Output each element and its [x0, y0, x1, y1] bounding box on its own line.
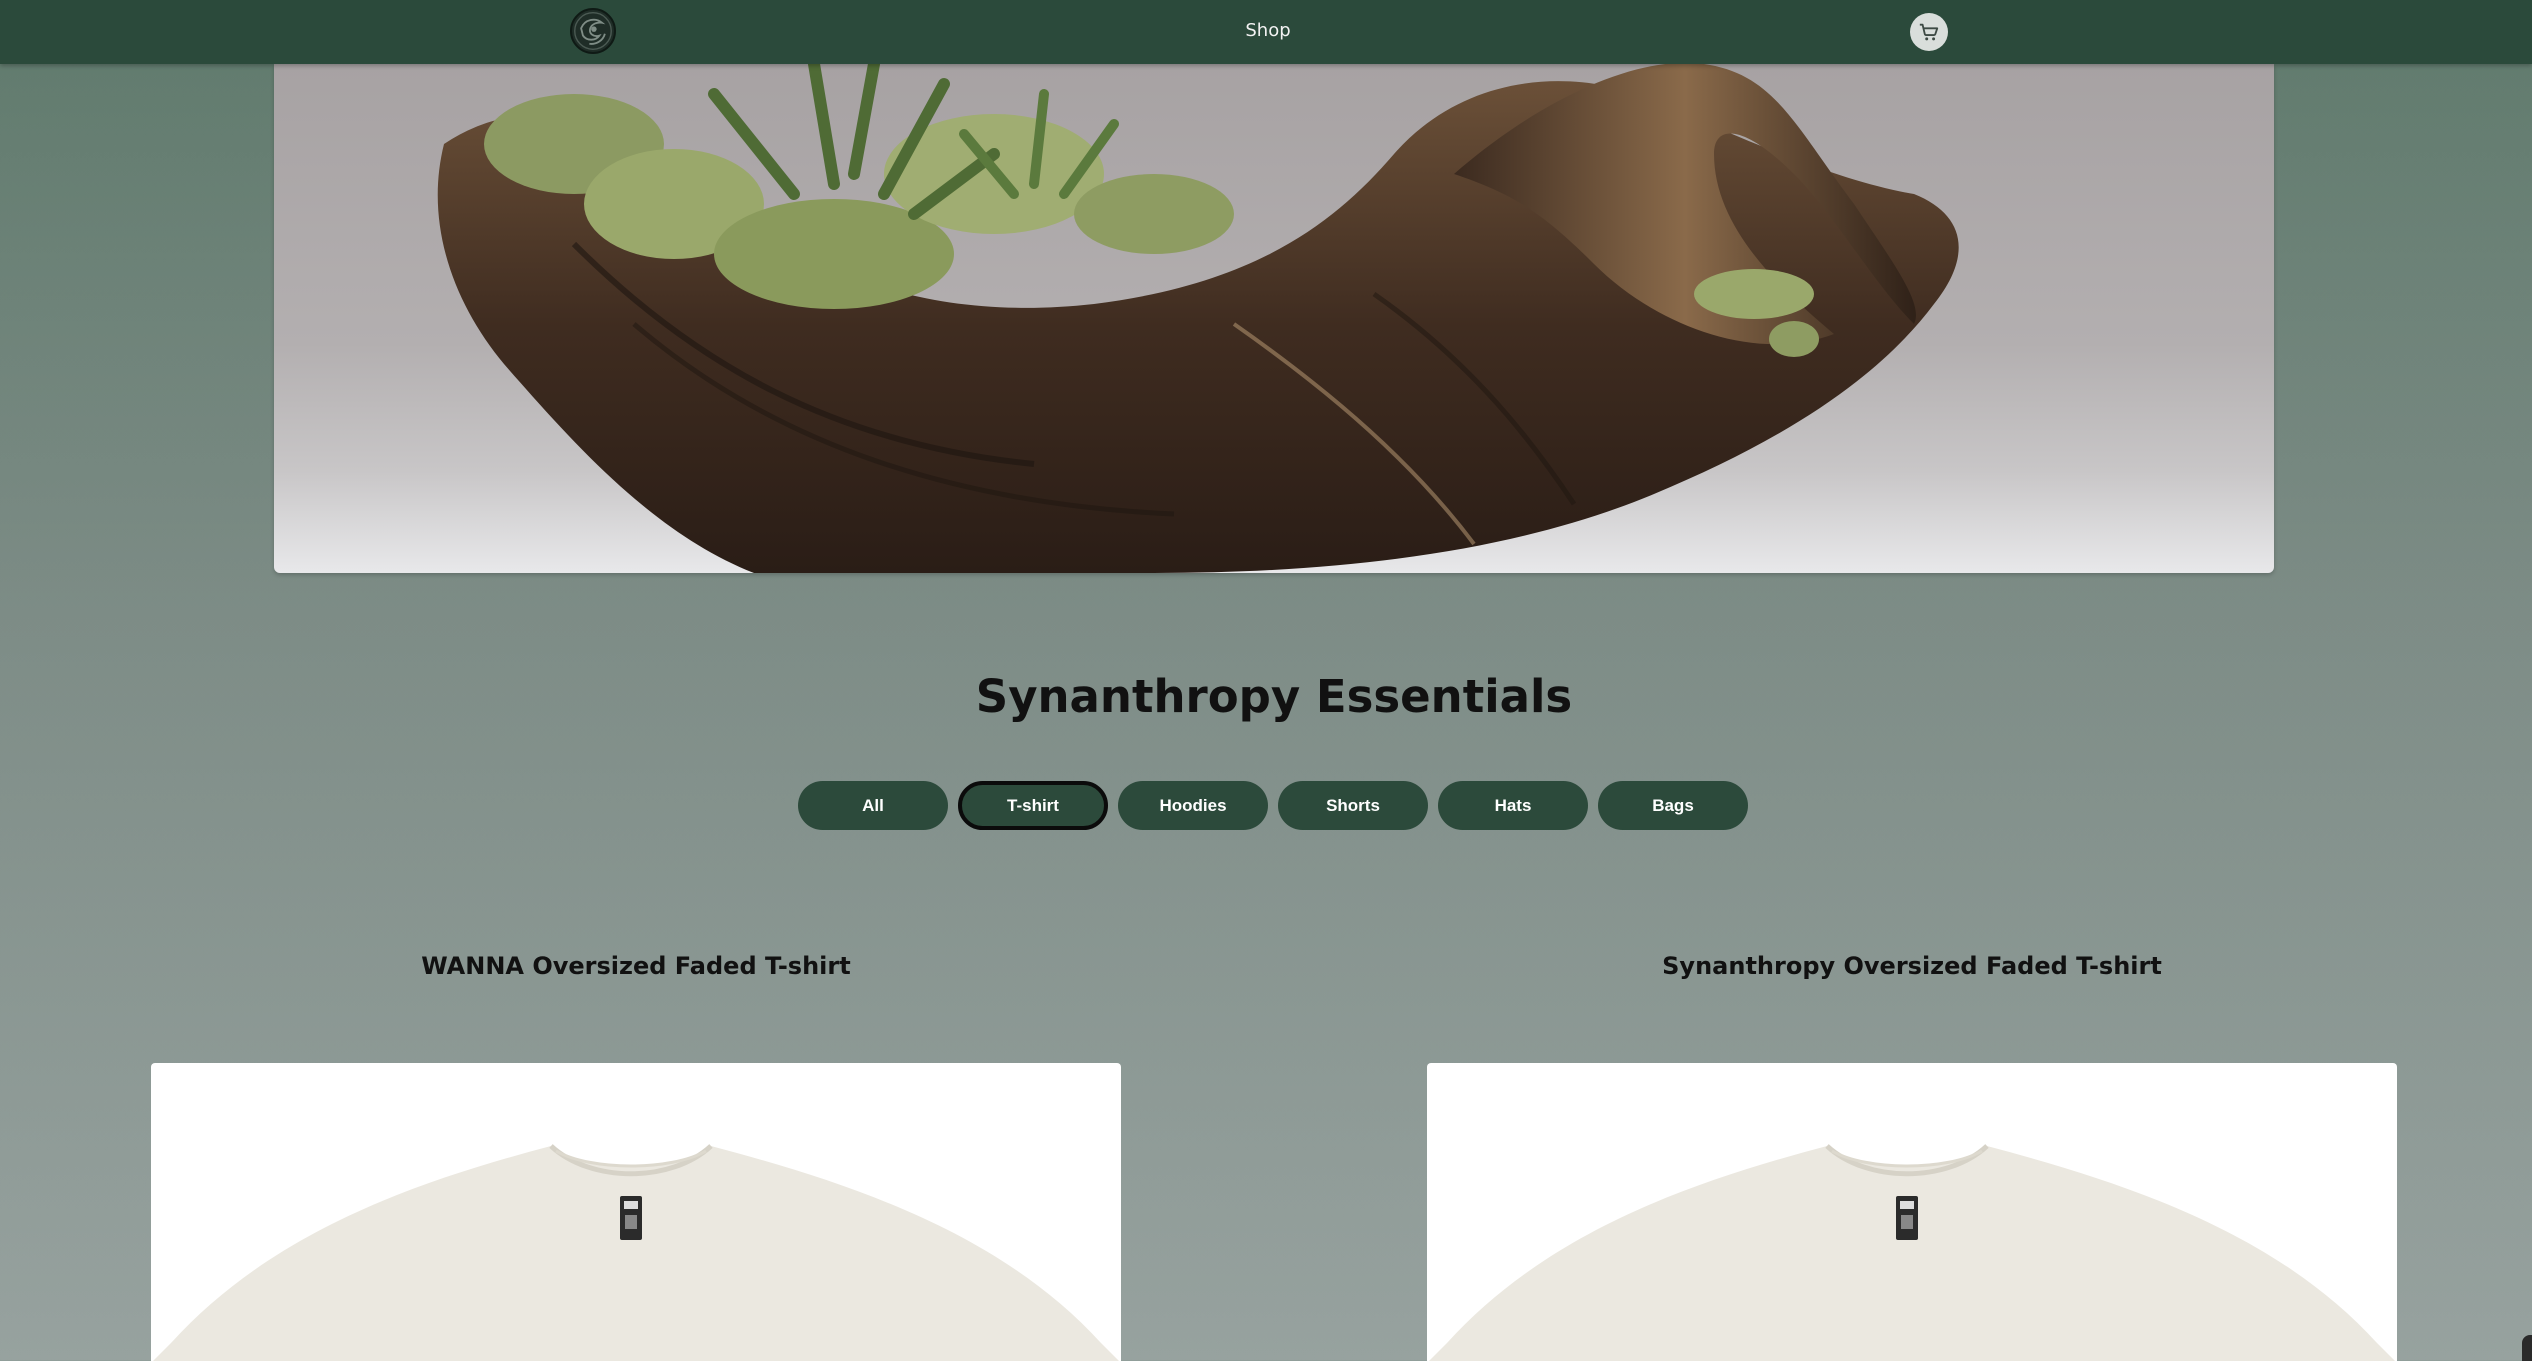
tshirt-image: [1429, 1144, 2395, 1361]
hero-driftwood-moss-image: [274, 64, 2274, 573]
tshirt-image: [153, 1144, 1119, 1361]
cart-button[interactable]: [1910, 13, 1948, 51]
top-nav-bar: Shop: [0, 0, 2532, 64]
category-filters: All T-shirt Hoodies Shorts Hats Bags: [798, 781, 1748, 830]
nav-shop-link[interactable]: Shop: [1236, 20, 1300, 41]
filter-hats[interactable]: Hats: [1438, 781, 1588, 830]
synanthropy-logo-icon[interactable]: [570, 8, 616, 54]
product-card-1[interactable]: [151, 1063, 1121, 1361]
filter-shorts[interactable]: Shorts: [1278, 781, 1428, 830]
product-title-1[interactable]: WANNA Oversized Faded T-shirt: [150, 952, 1122, 980]
product-title-2[interactable]: Synanthropy Oversized Faded T-shirt: [1426, 952, 2398, 980]
section-title: Synanthropy Essentials: [975, 670, 1573, 723]
filter-hoodies[interactable]: Hoodies: [1118, 781, 1268, 830]
filter-bags[interactable]: Bags: [1598, 781, 1748, 830]
cart-icon: [1919, 23, 1939, 41]
side-tab-handle[interactable]: [2522, 1335, 2532, 1361]
filter-tshirt[interactable]: T-shirt: [958, 781, 1108, 830]
product-card-2[interactable]: [1427, 1063, 2397, 1361]
filter-all[interactable]: All: [798, 781, 948, 830]
